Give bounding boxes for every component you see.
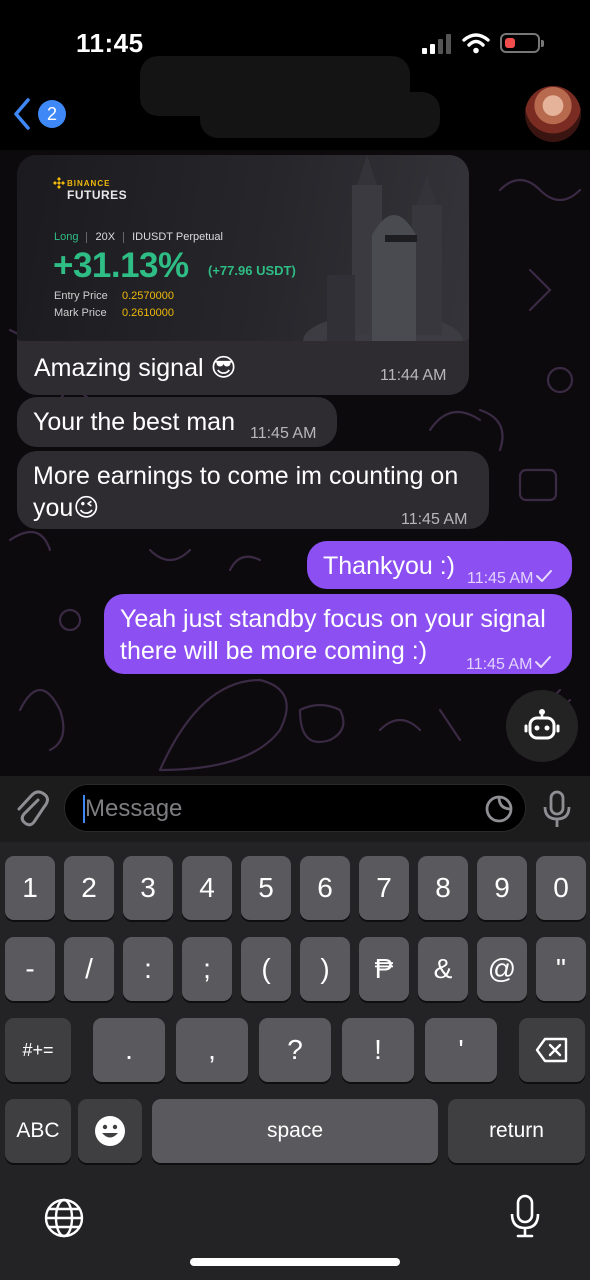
- message-composer: Message: [0, 776, 590, 842]
- key-open-paren[interactable]: (: [241, 937, 291, 1001]
- home-indicator[interactable]: [190, 1258, 400, 1266]
- message-placeholder: Message: [85, 795, 183, 822]
- message-text: Your the best man: [33, 408, 235, 436]
- key-5[interactable]: 5: [241, 856, 291, 920]
- bot-menu-button[interactable]: [506, 690, 578, 762]
- binance-pnl-card: BINANCE FUTURES Long 20X IDUSDT Perpetua…: [17, 155, 469, 341]
- back-button[interactable]: 2: [8, 94, 68, 134]
- card-product: FUTURES: [67, 188, 128, 202]
- key-at[interactable]: @: [477, 937, 527, 1001]
- key-quote[interactable]: ": [536, 937, 586, 1001]
- message-text-line1: Yeah just standby focus on your signal: [120, 605, 546, 633]
- key-colon[interactable]: :: [123, 937, 173, 1001]
- key-hyphen[interactable]: -: [5, 937, 55, 1001]
- card-position-meta: Long 20X IDUSDT Perpetual: [54, 231, 223, 243]
- message-time: 11:45 AM: [466, 656, 533, 673]
- key-3[interactable]: 3: [123, 856, 173, 920]
- card-side: Long: [54, 231, 79, 243]
- card-brand: BINANCE: [67, 179, 111, 188]
- message-time: 11:45 AM: [467, 570, 534, 587]
- message-incoming[interactable]: Your the best man 11:45 AM: [17, 397, 337, 447]
- robot-icon: [524, 709, 560, 740]
- key-question[interactable]: ?: [259, 1018, 331, 1082]
- message-time: 11:45 AM: [250, 425, 317, 442]
- chevron-left-icon: [14, 98, 30, 130]
- key-peso[interactable]: ₱: [359, 937, 409, 1001]
- key-2[interactable]: 2: [64, 856, 114, 920]
- read-check-icon: [535, 656, 552, 668]
- message-time-status: 11:45 AM: [467, 562, 553, 596]
- card-entry-label: Entry Price: [54, 290, 108, 302]
- key-emoji[interactable]: [78, 1099, 142, 1163]
- key-9[interactable]: 9: [477, 856, 527, 920]
- key-0[interactable]: 0: [536, 856, 586, 920]
- sticker-icon[interactable]: [484, 794, 514, 824]
- key-7[interactable]: 7: [359, 856, 409, 920]
- redacted-contact-status: [200, 92, 440, 138]
- wifi-icon: [462, 33, 490, 54]
- key-period[interactable]: .: [93, 1018, 165, 1082]
- key-abc[interactable]: ABC: [5, 1099, 71, 1163]
- globe-icon[interactable]: [42, 1196, 86, 1240]
- card-pnl-percent: +31.13%: [53, 246, 189, 285]
- card-leverage: 20X: [95, 231, 116, 243]
- keyboard: 1 2 3 4 5 6 7 8 9 0 - / : ; ( ) ₱ & @ " …: [0, 842, 590, 1280]
- contact-avatar[interactable]: [525, 86, 581, 142]
- card-entry-row: Entry Price 0.2570000: [54, 290, 174, 302]
- key-6[interactable]: 6: [300, 856, 350, 920]
- message-text: Amazing signal 😎: [34, 354, 237, 382]
- key-return[interactable]: return: [448, 1099, 585, 1163]
- key-1[interactable]: 1: [5, 856, 55, 920]
- paperclip-icon[interactable]: [14, 790, 50, 828]
- message-outgoing[interactable]: Yeah just standby focus on your signal t…: [104, 594, 572, 674]
- key-comma[interactable]: ,: [176, 1018, 248, 1082]
- chat-area[interactable]: BINANCE FUTURES Long 20X IDUSDT Perpetua…: [0, 150, 590, 776]
- key-slash[interactable]: /: [64, 937, 114, 1001]
- key-backspace[interactable]: [519, 1018, 585, 1082]
- binance-logo-icon: [53, 177, 65, 189]
- card-mark-row: Mark Price 0.2610000: [54, 307, 174, 319]
- read-check-icon: [536, 570, 553, 582]
- message-time: 11:44 AM: [380, 367, 447, 384]
- message-outgoing[interactable]: Thankyou :) 11:45 AM: [307, 541, 572, 589]
- unread-count-badge: 2: [38, 100, 66, 128]
- key-more-symbols[interactable]: #+=: [5, 1018, 71, 1082]
- key-close-paren[interactable]: ): [300, 937, 350, 1001]
- dictation-mic-icon[interactable]: [508, 1194, 542, 1240]
- backspace-icon: [535, 1037, 568, 1063]
- key-semicolon[interactable]: ;: [182, 937, 232, 1001]
- message-text-line1: More earnings to come im counting on: [33, 462, 459, 490]
- message-text: Thankyou :): [323, 552, 456, 580]
- key-4[interactable]: 4: [182, 856, 232, 920]
- key-space[interactable]: space: [152, 1099, 438, 1163]
- card-mark-label: Mark Price: [54, 307, 107, 319]
- message-time: 11:45 AM: [401, 511, 468, 528]
- key-ampersand[interactable]: &: [418, 937, 468, 1001]
- key-apostrophe[interactable]: ': [425, 1018, 497, 1082]
- message-input[interactable]: Message: [64, 784, 526, 832]
- status-time: 11:45: [76, 28, 144, 58]
- message-incoming[interactable]: More earnings to come im counting on you…: [17, 451, 489, 529]
- card-entry-value: 0.2570000: [122, 290, 174, 302]
- card-pnl-usdt: (+77.96 USDT): [208, 263, 296, 278]
- mic-icon[interactable]: [542, 790, 572, 830]
- message-incoming-image[interactable]: BINANCE FUTURES Long 20X IDUSDT Perpetua…: [17, 155, 469, 395]
- message-time-status: 11:45 AM: [466, 648, 552, 682]
- key-exclamation[interactable]: !: [342, 1018, 414, 1082]
- battery-icon: [500, 33, 544, 53]
- emoji-icon: [95, 1116, 125, 1146]
- card-mark-value: 0.2610000: [122, 307, 174, 319]
- card-pair: IDUSDT Perpetual: [132, 231, 223, 243]
- key-8[interactable]: 8: [418, 856, 468, 920]
- cellular-signal-icon: [422, 34, 454, 54]
- rocket-illustration: [303, 155, 463, 341]
